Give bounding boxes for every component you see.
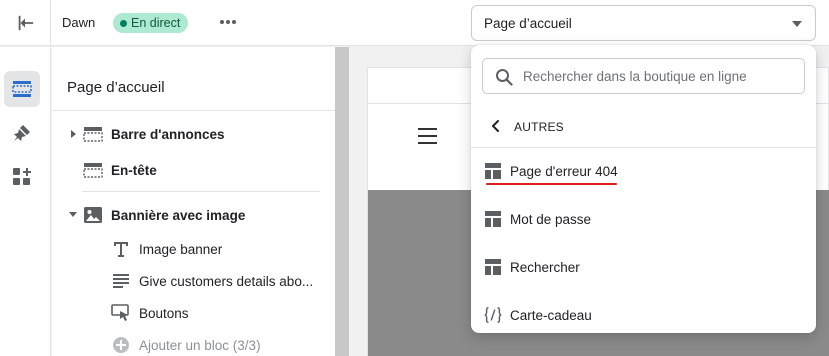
exit-icon — [18, 15, 34, 31]
image-icon — [83, 205, 103, 225]
divider — [471, 147, 816, 148]
exit-editor-button[interactable] — [0, 0, 51, 46]
dropdown-item-gift-card[interactable]: Carte-cadeau — [471, 293, 816, 337]
apps-add-icon — [13, 168, 31, 185]
plus-circle-icon — [111, 335, 131, 355]
live-status-badge: En direct — [113, 13, 189, 33]
block-label: Give customers details abo... — [139, 274, 314, 289]
section-label: Bannière avec image — [111, 208, 246, 223]
search-field[interactable] — [482, 58, 805, 94]
dropdown-item-label: Mot de passe — [510, 212, 592, 227]
live-badge-label: En direct — [131, 16, 181, 30]
block-label: Boutons — [139, 306, 189, 321]
more-horizontal-icon — [220, 20, 236, 24]
back-label: AUTRES — [514, 120, 564, 134]
dropdown-item-search[interactable]: Rechercher — [471, 245, 816, 289]
search-input[interactable] — [523, 66, 793, 86]
text-icon — [111, 239, 131, 259]
add-block-label: Ajouter un bloc (3/3) — [139, 338, 261, 353]
left-rail — [0, 47, 51, 356]
divider — [82, 191, 320, 192]
chevron-down-icon[interactable] — [69, 212, 77, 217]
add-block-button[interactable]: Ajouter un bloc (3/3) — [52, 330, 335, 356]
header-icon — [83, 160, 103, 180]
code-braces-icon — [483, 305, 503, 325]
page-select[interactable]: Page d’accueil — [471, 5, 816, 41]
sections-sidebar: Page d’accueil Barre d'annonces En-tête … — [52, 47, 335, 356]
app-blocks-rail-button[interactable] — [4, 159, 40, 195]
search-icon — [495, 68, 513, 89]
block-text[interactable]: Give customers details abo... — [52, 266, 335, 296]
sidebar-title: Page d’accueil — [67, 79, 165, 96]
section-announcement-bar[interactable]: Barre d'annonces — [52, 119, 335, 149]
dropdown-item-label: Carte-cadeau — [510, 308, 592, 323]
sections-icon — [12, 81, 32, 97]
theme-settings-rail-button[interactable] — [4, 115, 40, 151]
section-header[interactable]: En-tête — [52, 155, 335, 185]
more-actions-button[interactable] — [216, 10, 240, 34]
dropdown-item-label: Page d'erreur 404 — [510, 164, 618, 179]
live-dot-icon — [120, 19, 127, 27]
page-select-value: Page d’accueil — [484, 15, 572, 31]
block-buttons[interactable]: Boutons — [52, 298, 335, 328]
top-bar: Dawn En direct Page d’accueil — [0, 0, 829, 46]
chevron-left-icon — [490, 119, 500, 136]
paragraph-icon — [111, 271, 131, 291]
menu-icon[interactable] — [418, 128, 437, 144]
sections-rail-button[interactable] — [4, 71, 40, 107]
section-label: En-tête — [111, 163, 157, 178]
caret-down-icon — [792, 21, 802, 27]
divider — [52, 110, 335, 111]
block-image-banner[interactable]: Image banner — [52, 234, 335, 264]
section-label: Barre d'annonces — [111, 127, 225, 142]
theme-name: Dawn — [62, 15, 96, 30]
button-cursor-icon — [111, 303, 131, 323]
announcement-bar-icon — [83, 124, 103, 144]
dropdown-item-label: Rechercher — [510, 260, 580, 275]
template-icon — [483, 209, 503, 229]
dropdown-item-password[interactable]: Mot de passe — [471, 197, 816, 241]
block-label: Image banner — [139, 242, 223, 257]
page-select-dropdown: AUTRES Page d'erreur 404 Mot de passe Re… — [471, 45, 816, 333]
section-image-banner[interactable]: Bannière avec image — [52, 200, 335, 230]
chevron-right-icon[interactable] — [71, 130, 76, 138]
back-button[interactable]: AUTRES — [471, 111, 816, 141]
template-icon — [483, 161, 503, 181]
paintbrush-icon — [14, 125, 30, 141]
annotation-underline — [486, 183, 617, 185]
dropdown-item-404[interactable]: Page d'erreur 404 — [471, 149, 816, 193]
template-icon — [483, 257, 503, 277]
sidebar-scrollbar[interactable] — [335, 47, 349, 356]
